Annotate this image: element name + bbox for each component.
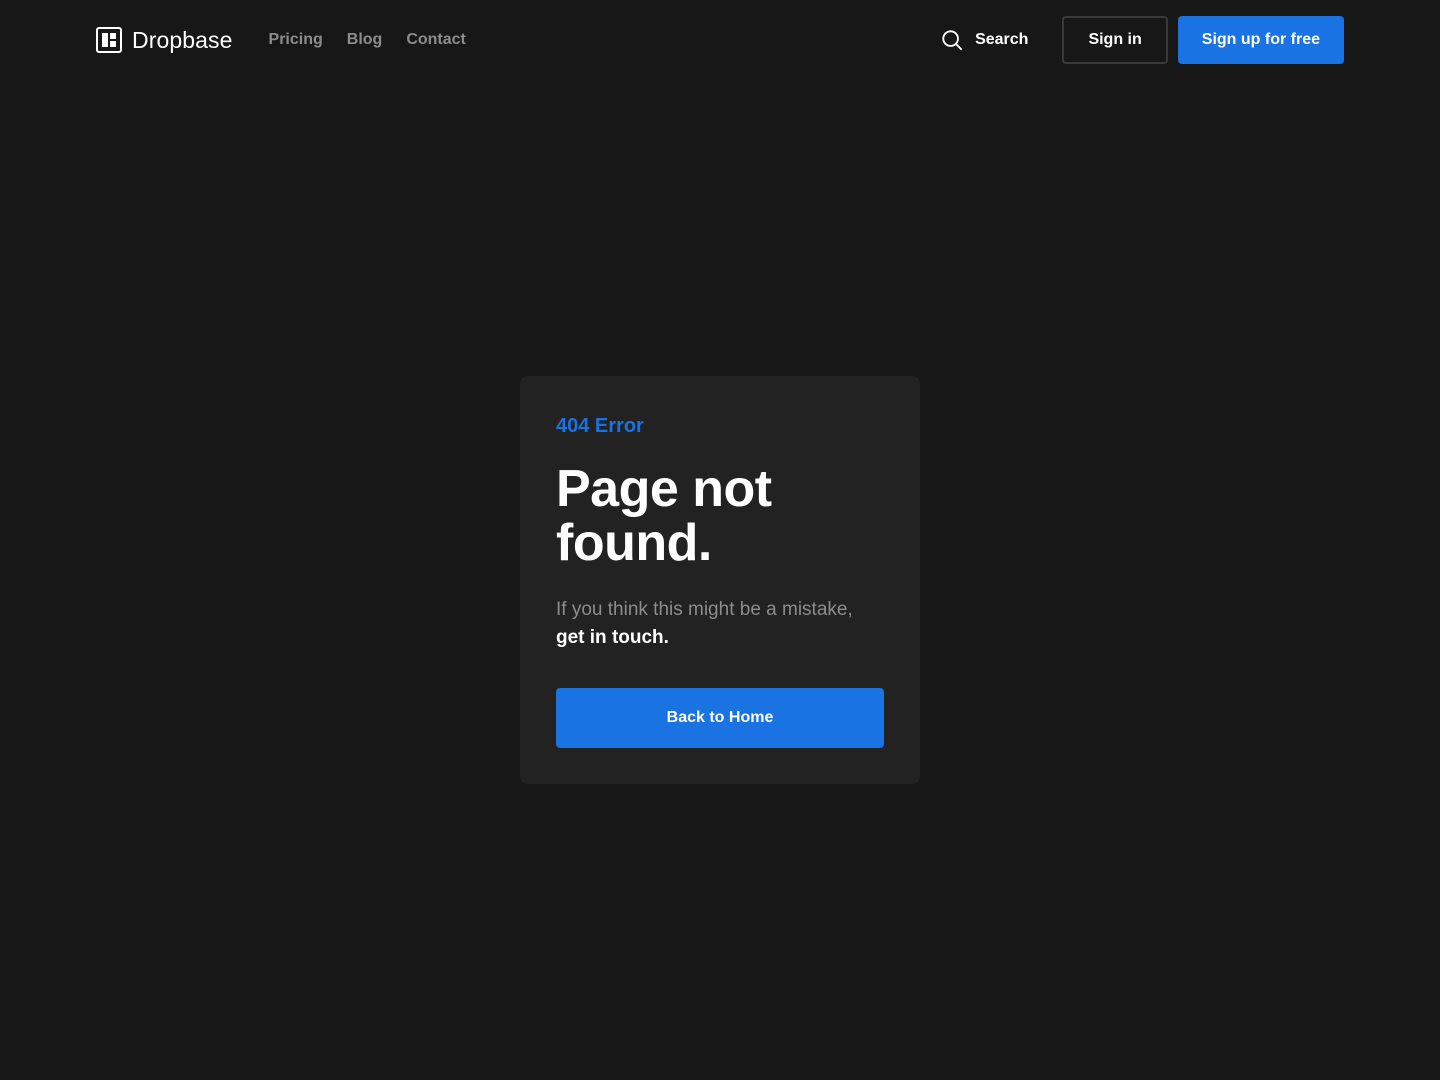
page-title: Page not found. — [556, 460, 772, 572]
search-icon — [942, 30, 963, 51]
dropbase-logo-icon — [96, 27, 122, 53]
nav-link-blog[interactable]: Blog — [347, 31, 383, 49]
sign-in-button[interactable]: Sign in — [1062, 16, 1168, 64]
main-nav: Pricing Blog Contact — [269, 31, 466, 49]
search-label: Search — [975, 31, 1029, 48]
nav-link-pricing[interactable]: Pricing — [269, 31, 323, 49]
error-description: If you think this might be a mistake, ge… — [556, 596, 884, 652]
back-to-home-button[interactable]: Back to Home — [556, 688, 884, 748]
nav-link-contact[interactable]: Contact — [406, 31, 466, 49]
site-header: Dropbase Pricing Blog Contact Search Sig… — [0, 0, 1440, 80]
get-in-touch-link[interactable]: get in touch. — [556, 627, 669, 648]
header-actions: Search Sign in Sign up for free — [941, 16, 1344, 64]
brand-name: Dropbase — [132, 26, 233, 53]
sign-up-button[interactable]: Sign up for free — [1177, 16, 1344, 64]
error-card: 404 Error Page not found. If you think t… — [520, 376, 920, 784]
error-code: 404 Error — [556, 415, 644, 437]
search-button[interactable]: Search — [941, 29, 1028, 51]
error-description-text: If you think this might be a mistake, — [556, 599, 853, 620]
brand-link[interactable]: Dropbase — [96, 27, 233, 54]
